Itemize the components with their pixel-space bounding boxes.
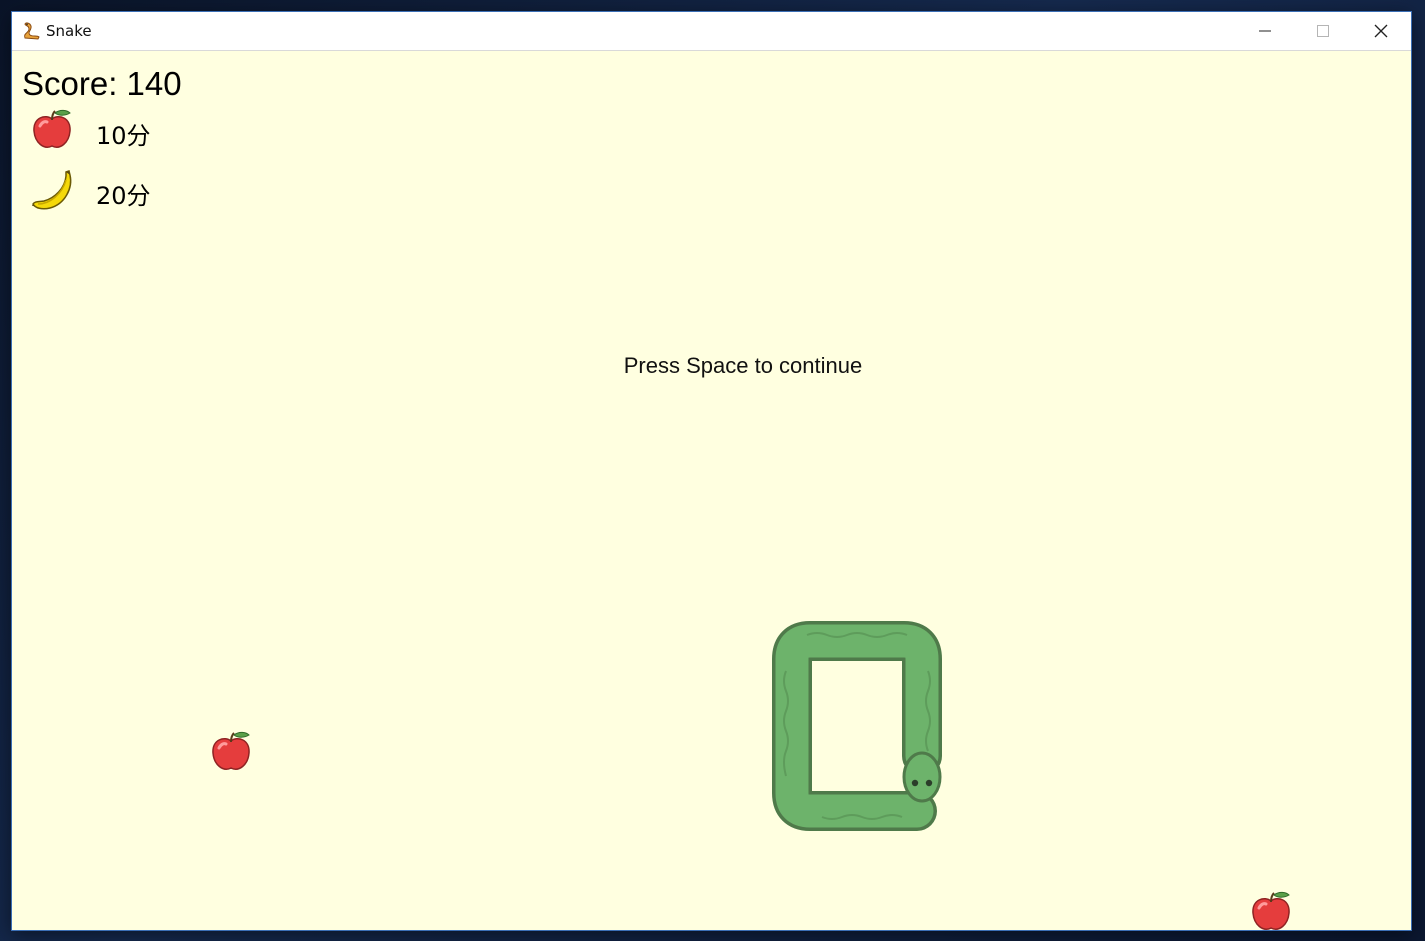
apple-icon [1252,891,1290,930]
game-canvas[interactable]: Score: 140 10分 20分 Press Space to contin… [12,51,1411,930]
banana-icon [32,170,72,210]
snake-eye-left [911,779,919,787]
game-window: Snake Score: 140 10分 20分 Press Space to … [12,12,1411,930]
snake-eye-right [925,779,933,787]
score-label: Score: 140 [22,65,182,102]
minimize-button[interactable] [1236,12,1294,50]
apple-icon [212,731,250,770]
snake-app-icon [24,22,40,40]
apple-points-label: 10分 [96,122,151,150]
pause-message: Press Space to continue [623,353,863,378]
minimize-icon [1259,30,1271,32]
snake [772,621,942,831]
banana-points-label: 20分 [96,182,151,210]
snake-head [902,751,942,803]
title-bar[interactable]: Snake [12,12,1411,51]
maximize-icon [1317,25,1329,37]
apple-icon [33,109,71,148]
window-title: Snake [46,22,92,40]
close-button[interactable] [1352,12,1410,50]
close-icon [1374,24,1388,38]
snake-body-outline [772,621,942,831]
maximize-button[interactable] [1294,12,1352,50]
